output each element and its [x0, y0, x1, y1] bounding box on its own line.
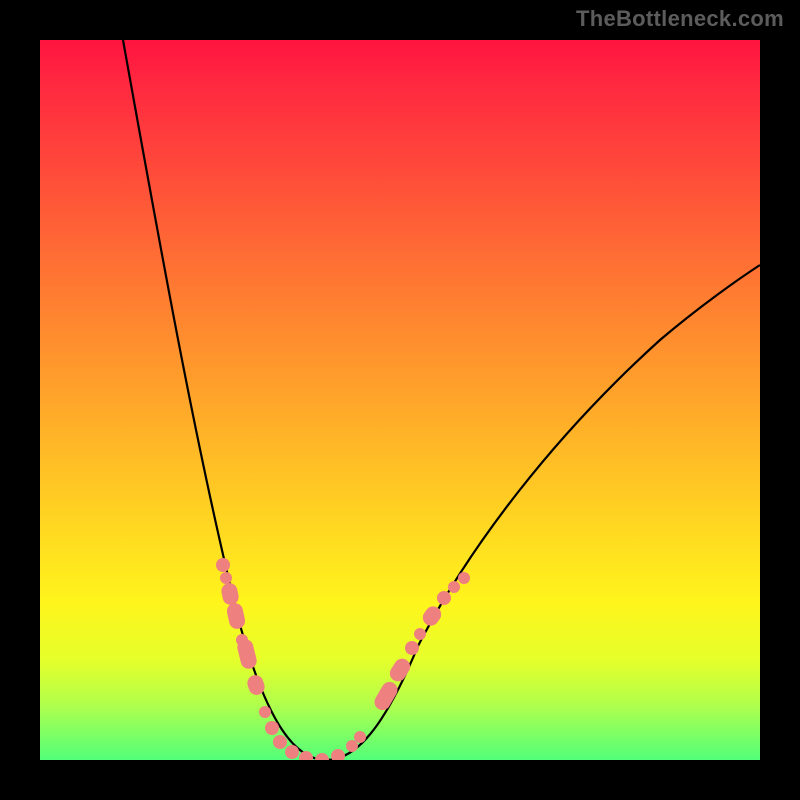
highlight-dot: [414, 628, 426, 640]
highlight-dot: [259, 706, 271, 718]
highlight-dot: [458, 572, 470, 584]
highlight-dot: [273, 735, 287, 749]
highlight-dot: [331, 749, 345, 760]
highlight-dot: [346, 740, 358, 752]
highlight-dot: [354, 731, 366, 743]
plot-area: [40, 40, 760, 760]
highlight-dot: [265, 721, 279, 735]
chart-frame: TheBottleneck.com: [0, 0, 800, 800]
highlight-dot: [299, 751, 313, 760]
highlight-dots: [216, 558, 470, 760]
highlight-dot: [405, 641, 419, 655]
highlight-dot: [448, 581, 460, 593]
watermark-text: TheBottleneck.com: [576, 6, 784, 32]
highlight-dot: [285, 745, 299, 759]
highlight-pill: [220, 582, 240, 607]
highlight-dot: [220, 572, 232, 584]
highlight-pill: [372, 679, 401, 713]
highlight-dot: [216, 558, 230, 572]
highlight-dot: [315, 753, 329, 760]
curve-svg: [40, 40, 760, 760]
bottleneck-curve: [123, 40, 760, 760]
highlight-dot: [437, 591, 451, 605]
highlight-pill: [225, 602, 246, 631]
highlight-pill: [236, 638, 259, 671]
highlight-pill: [387, 656, 413, 685]
